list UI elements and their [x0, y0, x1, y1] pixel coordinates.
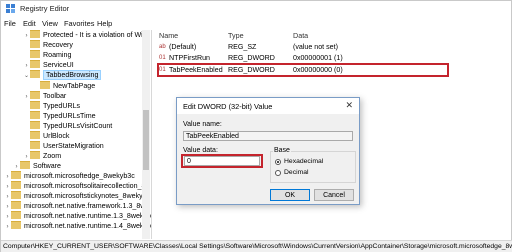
- tree-scrollbar[interactable]: [142, 30, 150, 239]
- collapse-chevron-icon[interactable]: ⌄: [23, 71, 30, 81]
- folder-icon: [30, 91, 40, 99]
- value-type: REG_DWORD: [228, 54, 275, 62]
- tree-item[interactable]: › Zoom: [23, 151, 61, 161]
- decimal-label[interactable]: Decimal: [284, 169, 309, 176]
- value-data: (value not set): [293, 43, 338, 51]
- registry-editor-window: Registry Editor File Edit View Favorites…: [0, 0, 512, 252]
- registry-editor-icon: [6, 4, 15, 13]
- tree-item[interactable]: TypedURLs: [23, 101, 80, 111]
- folder-icon: [30, 60, 40, 68]
- tree-item[interactable]: › ServiceUI: [23, 60, 74, 70]
- value-name-field: TabPeekEnabled: [183, 131, 353, 141]
- tree-item[interactable]: › microsoft.microsoftstickynotes_8wekyb: [4, 191, 147, 201]
- value-name-label: Value name:: [183, 121, 222, 128]
- tree-item[interactable]: › microsoft.microsoftsolitairecollection_…: [4, 181, 145, 191]
- folder-icon: [30, 40, 40, 48]
- ok-button[interactable]: OK: [270, 189, 310, 201]
- value-name: NTPFirstRun: [169, 54, 210, 62]
- menu-bar: File Edit View Favorites Help: [1, 17, 511, 30]
- column-header-name[interactable]: Name: [159, 31, 178, 40]
- folder-icon: [11, 191, 21, 199]
- value-data: 0x00000001 (1): [293, 54, 343, 62]
- tree-item[interactable]: TypedURLsVisitCount: [23, 121, 112, 131]
- tree-item[interactable]: › microsoft.microsoftedge_8wekyb3c: [4, 171, 135, 181]
- base-groupbox: [270, 151, 356, 183]
- folder-icon: [11, 211, 21, 219]
- highlight-annotation: [181, 154, 263, 168]
- tree-item[interactable]: › Toolbar: [23, 91, 66, 101]
- folder-icon: [30, 101, 40, 109]
- hexadecimal-radio[interactable]: [275, 159, 281, 165]
- folder-icon: [11, 171, 21, 179]
- tree-item[interactable]: Roaming: [23, 50, 71, 60]
- folder-icon: [11, 221, 21, 229]
- tree-item[interactable]: › microsoft.net.native.runtime.1.4_8wekyb: [4, 221, 151, 231]
- base-label: Base: [273, 147, 291, 154]
- folder-icon: [30, 111, 40, 119]
- folder-icon: [11, 181, 21, 189]
- dialog-title: Edit DWORD (32-bit) Value: [183, 102, 273, 111]
- folder-icon: [40, 81, 50, 89]
- highlight-annotation: [157, 63, 449, 77]
- folder-icon: [30, 131, 40, 139]
- tree-item-tabbedbrowsing[interactable]: ⌄ TabbedBrowsing: [23, 70, 102, 81]
- folder-icon: [30, 50, 40, 58]
- tree-item[interactable]: NewTabPage: [33, 81, 95, 91]
- dialog-title-bar: Edit DWORD (32-bit) Value ✕: [177, 98, 359, 114]
- column-header-data[interactable]: Data: [293, 31, 308, 40]
- tree-item[interactable]: UserStateMigration: [23, 141, 104, 151]
- tree-item[interactable]: TypedURLsTime: [23, 111, 96, 121]
- value-name: (Default): [169, 43, 197, 51]
- folder-icon: [30, 30, 40, 38]
- tree-item[interactable]: UrlBlock: [23, 131, 69, 141]
- tree-item[interactable]: › Protected - It is a violation of Wir: [23, 30, 145, 40]
- value-row-ntpfirstrun[interactable]: 01 NTPFirstRun REG_DWORD 0x00000001 (1): [159, 53, 499, 63]
- column-header-type[interactable]: Type: [228, 31, 244, 40]
- cancel-button[interactable]: Cancel: [314, 189, 354, 201]
- folder-icon: [30, 121, 40, 129]
- title-bar: Registry Editor: [1, 1, 511, 16]
- tree-item[interactable]: › microsoft.net.native.runtime.1.3_8wekyb: [4, 211, 151, 221]
- key-tree-pane[interactable]: › Protected - It is a violation of Wir Re…: [1, 30, 152, 239]
- hexadecimal-label[interactable]: Hexadecimal: [284, 158, 323, 165]
- menu-edit[interactable]: Edit: [23, 19, 36, 28]
- value-type: REG_SZ: [228, 43, 257, 51]
- tree-item[interactable]: › microsoft.net.native.framework.1.3_8we: [4, 201, 149, 211]
- tree-item[interactable]: Recovery: [23, 40, 73, 50]
- menu-view[interactable]: View: [42, 19, 58, 28]
- edit-dword-dialog: Edit DWORD (32-bit) Value ✕ Value name: …: [176, 97, 360, 205]
- tree-item[interactable]: › Software: [13, 161, 61, 171]
- value-data-label: Value data:: [183, 147, 218, 154]
- folder-icon: [11, 201, 21, 209]
- value-row-default[interactable]: ab (Default) REG_SZ (value not set): [159, 42, 499, 52]
- folder-icon: [20, 161, 30, 169]
- open-folder-icon: [30, 70, 40, 78]
- close-icon[interactable]: ✕: [345, 100, 353, 111]
- folder-icon: [30, 151, 40, 159]
- decimal-radio[interactable]: [275, 170, 281, 176]
- menu-favorites[interactable]: Favorites: [64, 19, 94, 28]
- menu-help[interactable]: Help: [97, 19, 112, 28]
- window-title: Registry Editor: [20, 4, 70, 13]
- tree-scrollbar-thumb[interactable]: [143, 110, 149, 170]
- menu-file[interactable]: File: [4, 19, 16, 28]
- folder-icon: [30, 141, 40, 149]
- status-bar-path: Computer\HKEY_CURRENT_USER\SOFTWARE\Clas…: [1, 240, 512, 252]
- expand-chevron-icon[interactable]: ›: [4, 222, 11, 232]
